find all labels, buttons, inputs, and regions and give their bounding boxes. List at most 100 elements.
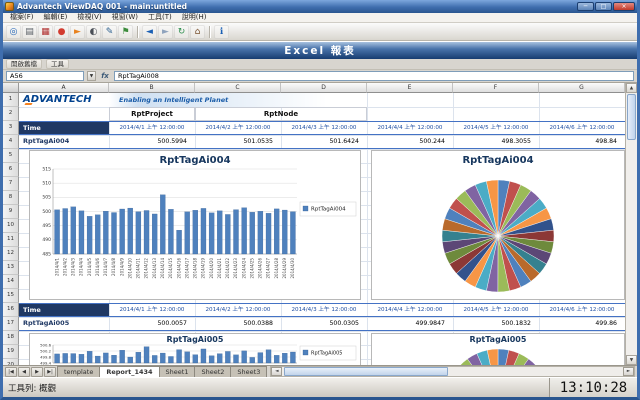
date-cell[interactable]: 2014/4/3 上午 12:00:00	[281, 304, 367, 316]
date-cell[interactable]: 2014/4/6 上午 12:00:00	[539, 304, 625, 316]
column-header-a[interactable]: A	[19, 83, 109, 93]
hscroll-thumb[interactable]	[284, 367, 447, 376]
menu-tools[interactable]: 工具(T)	[143, 13, 177, 22]
row-header-19[interactable]: 19	[3, 345, 19, 359]
cell-name-box[interactable]: A56	[6, 71, 84, 81]
date-cell[interactable]: 2014/4/2 上午 12:00:00	[195, 304, 281, 316]
info-icon[interactable]: ℹ	[214, 25, 229, 39]
value-cell[interactable]: 500.5994	[109, 135, 195, 148]
cells-area[interactable]: ADVANTECHEnabling an Intelligent PlanetR…	[19, 93, 625, 365]
back-icon[interactable]: ◄	[142, 25, 157, 39]
value-cell[interactable]: 501.0535	[195, 135, 281, 148]
hscroll-left-icon[interactable]: ◄	[271, 367, 282, 376]
column-header-e[interactable]: E	[367, 83, 453, 93]
row-header-15[interactable]: 15	[3, 289, 19, 303]
row-header-14[interactable]: 14	[3, 275, 19, 289]
date-cell[interactable]: 2014/4/1 上午 12:00:00	[109, 122, 195, 134]
series-label-cell[interactable]: RptTagAi005	[19, 317, 109, 330]
home-icon[interactable]: ⌂	[190, 25, 205, 39]
sheet-tab-sheet2[interactable]: Sheet2	[194, 366, 231, 377]
value-cell[interactable]: 500.0388	[195, 317, 281, 330]
record-icon[interactable]: ●	[54, 25, 69, 39]
refresh-icon[interactable]: ↻	[174, 25, 189, 39]
edit-icon[interactable]: ✎	[102, 25, 117, 39]
sheet-tab-template[interactable]: template	[57, 366, 100, 377]
menu-file[interactable]: 檔案(F)	[5, 13, 39, 22]
time-label-cell[interactable]: Time	[19, 122, 109, 134]
tab-nav-next[interactable]: ▶	[31, 367, 43, 377]
vscroll-thumb[interactable]	[627, 94, 636, 140]
horizontal-scrollbar[interactable]: ◄►	[270, 366, 635, 377]
menu-help[interactable]: 說明(H)	[177, 13, 212, 22]
row-header-12[interactable]: 12	[3, 247, 19, 261]
value-cell[interactable]: 500.0305	[281, 317, 367, 330]
report-icon[interactable]: ▦	[38, 25, 53, 39]
scroll-up-icon[interactable]: ▲	[626, 83, 637, 93]
row-header-1[interactable]: 1	[3, 93, 19, 107]
sheet-tab-sheet3[interactable]: Sheet3	[230, 366, 267, 377]
hscroll-right-icon[interactable]: ►	[623, 367, 634, 376]
column-header-b[interactable]: B	[109, 83, 195, 93]
time-label-cell[interactable]: Time	[19, 304, 109, 316]
column-header-g[interactable]: G	[539, 83, 625, 93]
tab-nav-last[interactable]: ▶|	[44, 367, 56, 377]
minimize-button[interactable]: ─	[577, 2, 594, 11]
row-header-7[interactable]: 7	[3, 177, 19, 191]
select-all-corner[interactable]	[3, 83, 19, 93]
menu-view[interactable]: 檢視(V)	[72, 13, 106, 22]
row-header-9[interactable]: 9	[3, 205, 19, 219]
tab-nav-first[interactable]: |◀	[5, 367, 17, 377]
date-cell[interactable]: 2014/4/5 上午 12:00:00	[453, 122, 539, 134]
pie-chart-rpttagai005[interactable]: RptTagAi005	[371, 333, 625, 365]
value-cell[interactable]: 499.86	[539, 317, 625, 330]
row-header-2[interactable]: 2	[3, 107, 19, 121]
row-header-4[interactable]: 4	[3, 135, 19, 149]
zoom-icon[interactable]: ◎	[6, 25, 21, 39]
subtoolbar-item-1[interactable]: 開啟舊檔	[6, 59, 42, 69]
print-icon[interactable]: ▤	[22, 25, 37, 39]
value-cell[interactable]: 500.1832	[453, 317, 539, 330]
date-cell[interactable]: 2014/4/4 上午 12:00:00	[367, 304, 453, 316]
bar-chart-rpttagai005[interactable]: RptTagAi005499.4499.8500.2500.62014/4/12…	[29, 333, 361, 365]
maximize-button[interactable]: □	[595, 2, 612, 11]
row-header-5[interactable]: 5	[3, 149, 19, 163]
flag-icon[interactable]: ⚑	[118, 25, 133, 39]
row-header-3[interactable]: 3	[3, 121, 19, 135]
row-header-6[interactable]: 6	[3, 163, 19, 177]
pie-chart-rpttagai004[interactable]: RptTagAi004	[371, 150, 625, 300]
row-header-8[interactable]: 8	[3, 191, 19, 205]
value-cell[interactable]: 498.84	[539, 135, 625, 148]
title-bar[interactable]: Advantech ViewDAQ 001 - main:untitled ─□…	[3, 0, 637, 13]
value-cell[interactable]: 499.9847	[367, 317, 453, 330]
row-header-10[interactable]: 10	[3, 219, 19, 233]
play-icon[interactable]: ►	[70, 25, 85, 39]
value-cell[interactable]: 501.6424	[281, 135, 367, 148]
row-header-18[interactable]: 18	[3, 331, 19, 345]
close-button[interactable]: ×	[613, 2, 635, 11]
date-cell[interactable]: 2014/4/6 上午 12:00:00	[539, 122, 625, 134]
vertical-scrollbar[interactable]: ▲ ▼	[625, 83, 637, 365]
forward-icon[interactable]: ►	[158, 25, 173, 39]
date-cell[interactable]: 2014/4/4 上午 12:00:00	[367, 122, 453, 134]
menu-edit[interactable]: 編輯(E)	[39, 13, 73, 22]
row-header-17[interactable]: 17	[3, 317, 19, 331]
value-cell[interactable]: 500.244	[367, 135, 453, 148]
subtoolbar-item-2[interactable]: 工具	[46, 59, 69, 69]
date-cell[interactable]: 2014/4/2 上午 12:00:00	[195, 122, 281, 134]
value-cell[interactable]: 500.0057	[109, 317, 195, 330]
scroll-down-icon[interactable]: ▼	[626, 355, 637, 365]
column-header-c[interactable]: C	[195, 83, 281, 93]
row-header-16[interactable]: 16	[3, 303, 19, 317]
name-box-dropdown-icon[interactable]: ▼	[87, 71, 96, 81]
row-header-13[interactable]: 13	[3, 261, 19, 275]
date-cell[interactable]: 2014/4/3 上午 12:00:00	[281, 122, 367, 134]
value-cell[interactable]: 498.3055	[453, 135, 539, 148]
bar-chart-rpttagai004[interactable]: RptTagAi0044854904955005055105152014/4/1…	[29, 150, 361, 300]
row-header-11[interactable]: 11	[3, 233, 19, 247]
sheet-tab-report_1434[interactable]: Report_1434	[99, 366, 159, 377]
snapshot-icon[interactable]: ◐	[86, 25, 101, 39]
date-cell[interactable]: 2014/4/5 上午 12:00:00	[453, 304, 539, 316]
series-label-cell[interactable]: RptTagAi004	[19, 135, 109, 148]
column-header-f[interactable]: F	[453, 83, 539, 93]
sheet-tab-sheet1[interactable]: Sheet1	[159, 366, 196, 377]
